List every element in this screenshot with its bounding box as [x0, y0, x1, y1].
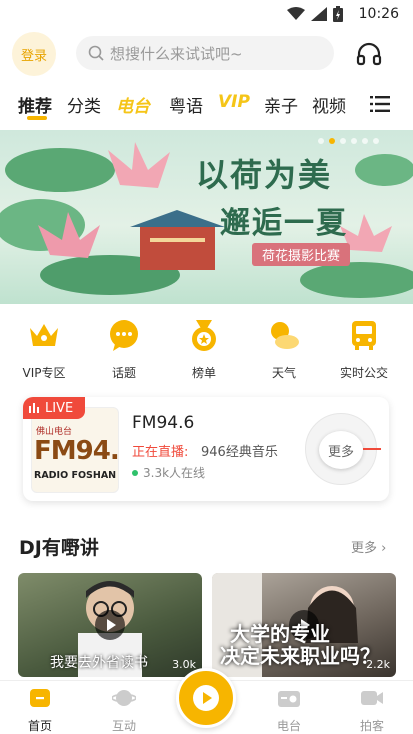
nav-reporter[interactable]: 拍客: [342, 687, 402, 734]
live-badge-label: LIVE: [45, 400, 74, 416]
tab-radio[interactable]: 电台: [116, 92, 150, 117]
tab-cantonese[interactable]: 粤语: [169, 92, 203, 117]
chat-bubble-icon: [110, 320, 138, 351]
quick-ranking[interactable]: 榜单: [169, 318, 239, 381]
banner-title-1: 以荷为美: [196, 156, 333, 194]
login-button[interactable]: 登录: [12, 32, 56, 76]
chevron-right-icon: ›: [381, 541, 387, 556]
medal-icon: [192, 320, 216, 351]
play-icon: [95, 610, 125, 640]
video-caption-2: 大学的专业 决定未来职业吗？: [220, 623, 380, 667]
bus-icon: [352, 321, 376, 350]
status-icons: [287, 6, 343, 22]
quick-topic[interactable]: 话题: [89, 318, 159, 381]
live-radio-card[interactable]: 佛山电台 FM94.6 RADIO FOSHAN LIVE FM94.6 正在直…: [23, 397, 389, 501]
video-caption-2-line1: 大学的专业: [230, 622, 330, 646]
quick-weather[interactable]: 天气: [249, 318, 319, 381]
radio-icon: [278, 691, 300, 707]
chat-play-icon: [193, 685, 219, 711]
nav-interact-label: 互动: [111, 719, 136, 733]
online-count: 3.3k人在线: [132, 464, 205, 481]
menu-icon[interactable]: [370, 96, 390, 112]
pagination-dot: [318, 138, 324, 144]
live-more-button[interactable]: 更多: [319, 431, 363, 469]
section-more-link[interactable]: 更多 ›: [351, 537, 386, 556]
tab-parenting[interactable]: 亲子: [264, 92, 298, 117]
section-more-label: 更多: [351, 541, 378, 556]
online-dot: [132, 469, 138, 476]
search-input[interactable]: 想搜什么来试试吧~: [76, 36, 334, 70]
nav-interact[interactable]: 互动: [94, 687, 154, 734]
video-play-count-1: 3.0k: [172, 658, 196, 671]
nav-radio[interactable]: 电台: [259, 687, 319, 734]
center-play-button[interactable]: [176, 668, 236, 728]
pagination-dot-active: [329, 138, 335, 144]
video-play-count-2: 2.2k: [366, 658, 390, 671]
search-placeholder: 想搜什么来试试吧~: [110, 44, 243, 63]
pagination-dot: [373, 138, 379, 144]
battery-icon: [333, 6, 343, 22]
banner-badge: 荷花摄影比赛: [252, 243, 351, 266]
planet-icon: [111, 690, 137, 706]
tuner-needle: [363, 448, 381, 450]
tab-vip[interactable]: VIP: [218, 92, 250, 112]
camera-icon: [361, 691, 383, 705]
status-bar: 10:26: [0, 0, 413, 30]
section-title: DJ有嘢讲: [19, 537, 99, 559]
video-caption-2-line2: 决定未来职业吗？: [220, 644, 380, 668]
crown-icon: [30, 324, 58, 346]
wifi-icon: [287, 7, 305, 20]
nav-reporter-label: 拍客: [359, 719, 384, 733]
live-status: 正在直播:: [132, 445, 189, 460]
weather-icon: [271, 322, 299, 349]
promo-banner[interactable]: 以荷为美 邂逅一夏 荷花摄影比赛: [0, 130, 413, 304]
live-badge: LIVE: [23, 397, 85, 419]
tab-video[interactable]: 视频: [312, 92, 346, 117]
pagination-dot: [362, 138, 368, 144]
quick-vip[interactable]: VIP专区: [9, 318, 79, 381]
category-tabs: 推荐 分类 电台 粤语 VIP 亲子 视频: [0, 88, 413, 120]
nav-radio-label: 电台: [276, 719, 301, 733]
nav-home[interactable]: 首页: [10, 687, 70, 734]
station-logo: 佛山电台 FM94.6 RADIO FOSHAN: [31, 407, 119, 493]
banner-title-2: 邂逅一夏: [220, 206, 348, 241]
pagination-dot: [351, 138, 357, 144]
video-card-1[interactable]: 我要去外省读书 3.0k: [18, 573, 202, 677]
video-caption-1: 我要去外省读书: [50, 655, 148, 671]
banner-pagination: [318, 138, 379, 144]
video-card-2[interactable]: 大学的专业 决定未来职业吗？ 2.2k: [212, 573, 396, 677]
quick-vip-label: VIP专区: [22, 366, 66, 380]
equalizer-icon: [29, 403, 39, 413]
quick-topic-label: 话题: [111, 366, 136, 380]
nav-home-label: 首页: [27, 719, 52, 733]
tab-recommend[interactable]: 推荐: [18, 92, 52, 117]
quick-bus[interactable]: 实时公交: [329, 318, 399, 381]
active-tab-indicator: [27, 116, 47, 120]
program-name: 946经典音乐: [201, 445, 278, 460]
online-count-label: 3.3k人在线: [143, 466, 206, 480]
station-logo-freq: FM94.6: [34, 436, 119, 466]
quick-bus-label: 实时公交: [339, 366, 388, 380]
status-time: 10:26: [358, 6, 399, 22]
quick-ranking-label: 榜单: [191, 366, 216, 380]
search-icon: [88, 45, 104, 61]
signal-icon: [311, 7, 327, 21]
station-name: FM94.6: [132, 413, 195, 433]
headset-icon[interactable]: [355, 40, 383, 68]
quick-weather-label: 天气: [271, 366, 296, 380]
station-logo-name: RADIO FOSHAN: [34, 470, 117, 481]
quick-entry-row: VIP专区 话题 榜单 天气 实时公交: [0, 318, 413, 382]
pagination-dot: [340, 138, 346, 144]
home-icon: [30, 689, 50, 707]
tab-category[interactable]: 分类: [67, 92, 101, 117]
